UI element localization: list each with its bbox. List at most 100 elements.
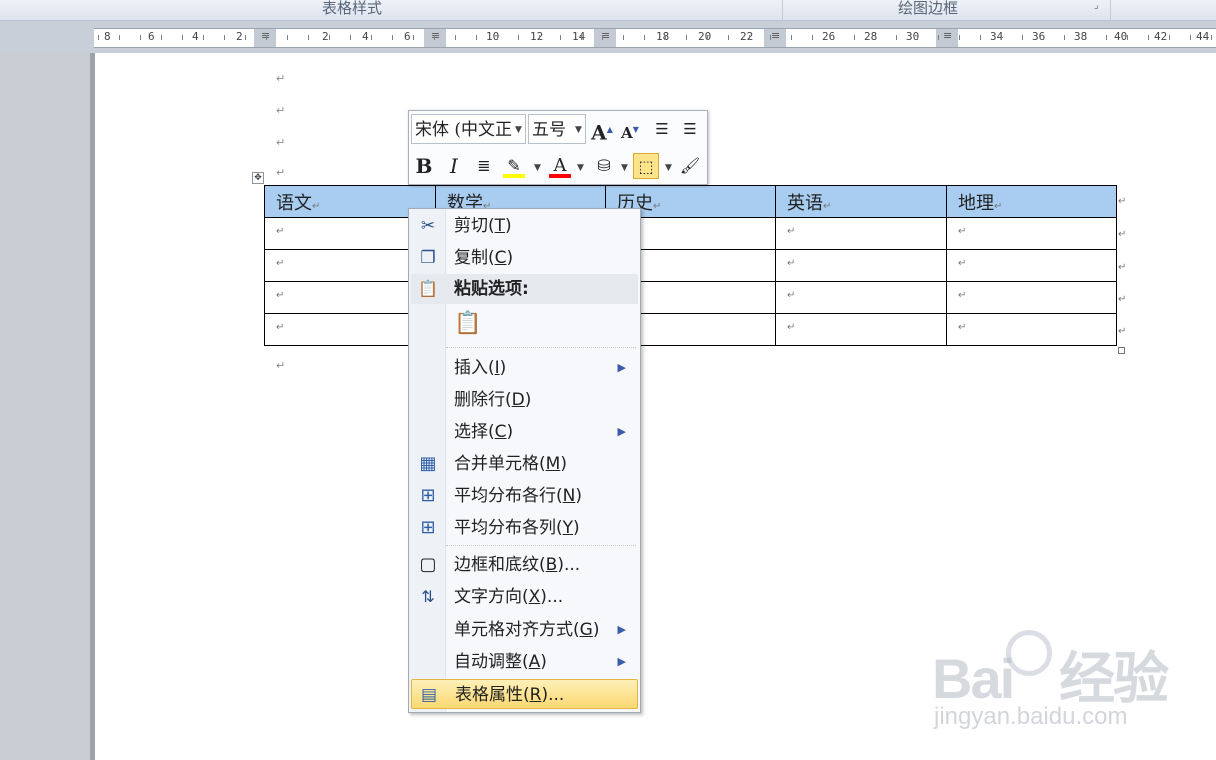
table-cell[interactable]: ↵ [946, 249, 1117, 282]
ribbon-group-labels: 表格样式 绘图边框 ⌟ [0, 0, 1216, 21]
font-name-combobox[interactable]: 宋体 (中文正 [411, 114, 526, 144]
ruler-number: 4 [192, 30, 199, 43]
font-name-value: 宋体 (中文正 [415, 120, 513, 140]
ruler-number: 2 [322, 30, 329, 43]
ruler-tick [140, 35, 141, 40]
header-cell-text: 地理 [958, 193, 994, 214]
table-cell[interactable]: ↵ [775, 281, 947, 314]
table-move-handle-icon[interactable]: ✥ [252, 172, 264, 184]
menu-item-cell-alignment[interactable]: 单元格对齐方式(G) ▶ [411, 615, 638, 645]
chevron-down-icon[interactable]: ▼ [577, 163, 584, 173]
grow-font-button[interactable]: A▲ [589, 116, 615, 145]
increase-indent-button[interactable]: ☰ [677, 116, 703, 142]
ruler-tick [1211, 35, 1212, 40]
menu-item-distribute-columns[interactable]: ⊞ 平均分布各列(Y) [411, 513, 638, 543]
horizontal-ruler[interactable]: ≡≡≡≡≡86422461012141820222628303436384042… [94, 28, 1216, 48]
ruler-column-marker[interactable]: ≡ [764, 29, 786, 47]
text-direction-icon: ⇅ [421, 587, 435, 606]
font-color-swatch [549, 174, 571, 178]
font-color-button[interactable]: A [547, 153, 573, 179]
paragraph-mark: ↵ [276, 104, 286, 117]
menu-item-table-properties[interactable]: ▤ 表格属性(R)... [411, 679, 638, 709]
paste-keep-formatting-icon[interactable]: 📋 [453, 309, 483, 339]
menu-item-text-direction[interactable]: ⇅ 文字方向(X)... [411, 582, 638, 612]
decrease-indent-button[interactable]: ☰ [649, 116, 675, 142]
ruler-column-marker[interactable]: ≡ [936, 29, 958, 47]
ruler-tick [392, 35, 393, 40]
ruler-number: 8 [104, 30, 111, 43]
table-resize-handle[interactable] [1118, 347, 1125, 354]
table-row[interactable]: ↵ ↵ ↵ ↵ ↵ [264, 313, 1117, 346]
chevron-down-icon[interactable]: ▼ [515, 125, 522, 135]
table-cell[interactable]: ↵ [946, 281, 1117, 314]
table-cell[interactable]: ↵ [775, 313, 947, 346]
menu-item-delete-row[interactable]: 删除行(D) [411, 385, 638, 415]
bold-button[interactable]: B [411, 153, 437, 179]
ruler-tick [560, 35, 561, 40]
chevron-down-icon[interactable]: ▼ [621, 163, 628, 173]
borders-shading-icon: ▢ [419, 554, 437, 575]
shading-button[interactable]: ⛁ [591, 153, 617, 179]
menu-item-borders-shading[interactable]: ▢ 边框和底纹(B)... [411, 550, 638, 580]
ruler-tick [476, 35, 477, 40]
ruler-column-marker[interactable]: ≡ [594, 29, 616, 47]
table-cell[interactable]: ↵ [775, 249, 947, 282]
highlight-button[interactable]: ✎ [501, 153, 527, 179]
paragraph-mark: ↵ [276, 166, 286, 179]
ruler-tick [1148, 35, 1149, 40]
menu-item-copy[interactable]: ❐ 复制(C) [411, 243, 638, 273]
ruler-number: 20 [698, 30, 712, 43]
chevron-down-icon[interactable]: ▼ [534, 163, 541, 173]
ruler-tick [413, 35, 414, 40]
cell-end-mark: ↵ [653, 201, 662, 212]
menu-item-autofit[interactable]: 自动调整(A) ▶ [411, 647, 638, 677]
menu-item-merge-cells[interactable]: ▦ 合并单元格(M) [411, 449, 638, 479]
dialog-launcher-icon[interactable]: ⌟ [1094, 0, 1099, 11]
submenu-arrow-icon: ▶ [617, 425, 626, 438]
ruler-tick [812, 35, 813, 40]
shrink-font-button[interactable]: A▼ [617, 116, 643, 142]
paragraph-mark: ↵ [276, 136, 286, 149]
menu-item-cut[interactable]: ✂ 剪切(T) [411, 211, 638, 241]
ruler-tick [1106, 35, 1107, 40]
table-cell[interactable]: ↵ [775, 217, 947, 250]
ruler-column-marker[interactable]: ≡ [424, 29, 446, 47]
decrease-indent-icon: ☰ [655, 120, 669, 138]
ruler-tick [665, 35, 666, 40]
ruler-number: 44 [1196, 30, 1210, 43]
document-table[interactable]: 语文↵ 数学↵ 历史↵ 英语↵ 地理↵ ↵ ↵ ↵ ↵ ↵ ↵ ↵ ↵ ↵ ↵ … [264, 185, 1117, 346]
ruler-tick [707, 35, 708, 40]
italic-button[interactable]: I [441, 153, 467, 179]
table-row[interactable]: ↵ ↵ ↵ ↵ ↵ [264, 217, 1117, 250]
ruler-tick [623, 35, 624, 40]
chevron-down-icon[interactable]: ▼ [575, 125, 582, 135]
center-align-button[interactable]: ≣ [471, 153, 497, 179]
table-header-row[interactable]: 语文↵ 数学↵ 历史↵ 英语↵ 地理↵ [264, 185, 1117, 218]
shrink-font-icon: A [621, 124, 633, 142]
ruler-number: 18 [656, 30, 670, 43]
menu-item-insert[interactable]: 插入(I) ▶ [411, 353, 638, 383]
ruler-tick [644, 35, 645, 40]
ruler-tick [161, 35, 162, 40]
ruler-tick [266, 35, 267, 40]
borders-button[interactable]: ⬚ [633, 153, 659, 179]
ruler-column-marker[interactable]: ≡ [254, 29, 276, 47]
chevron-down-icon[interactable]: ▼ [665, 163, 672, 173]
ruler-tick [539, 35, 540, 40]
menu-item-distribute-rows[interactable]: ⊞ 平均分布各行(N) [411, 481, 638, 511]
italic-icon: I [450, 154, 458, 178]
table-header-cell[interactable]: 英语↵ [775, 185, 947, 218]
format-painter-button[interactable]: 🖌 [677, 153, 703, 179]
menu-item-select[interactable]: 选择(C) ▶ [411, 417, 638, 447]
group-label-draw-borders: 绘图边框 [898, 0, 959, 17]
ruler-number: 6 [404, 30, 411, 43]
table-header-cell[interactable]: 地理↵ [946, 185, 1117, 218]
table-row[interactable]: ↵ ↵ ↵ ↵ ↵ [264, 249, 1117, 282]
table-cell[interactable]: ↵ [946, 217, 1117, 250]
ruler-tick [497, 35, 498, 40]
table-cell[interactable]: ↵ [946, 313, 1117, 346]
ruler-tick [434, 35, 435, 40]
ruler-tick [959, 35, 960, 40]
table-row[interactable]: ↵ ↵ ↵ ↵ ↵ [264, 281, 1117, 314]
ruler-number: 14 [572, 30, 586, 43]
